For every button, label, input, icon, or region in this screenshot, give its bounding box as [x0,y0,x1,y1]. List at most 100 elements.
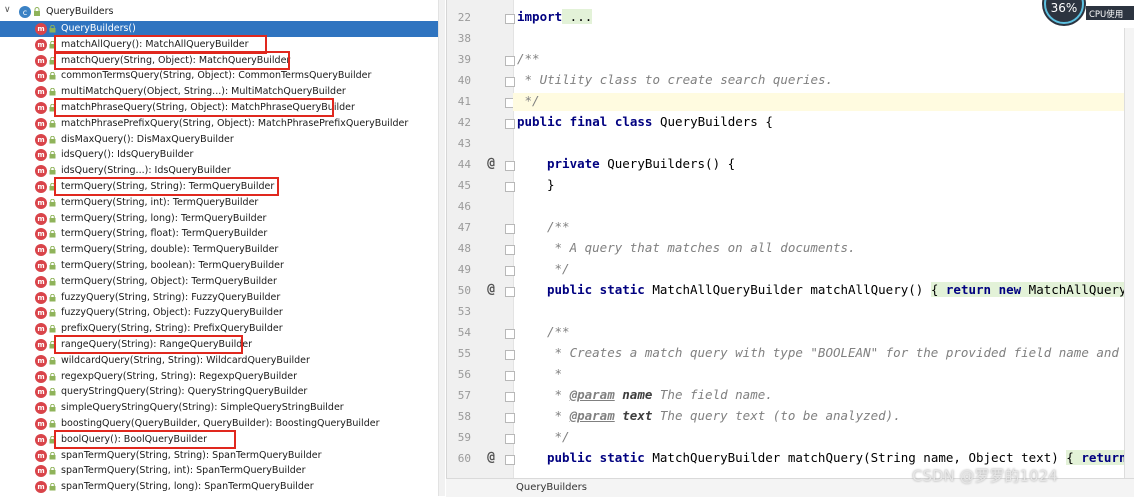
structure-method-item[interactable]: m termQuery(String, long): TermQueryBuild… [0,211,445,227]
structure-method-item[interactable]: m QueryBuilders() [0,21,445,37]
method-icon: m [35,386,47,399]
structure-method-item[interactable]: m queryStringQuery(String): QueryStringQu… [0,384,445,400]
method-icon: m [35,291,47,304]
fold-marker-icon[interactable] [505,14,515,24]
fold-marker-icon[interactable] [505,224,515,234]
structure-method-item[interactable]: m rangeQuery(String): RangeQueryBuilder [0,337,445,353]
structure-scrollbar[interactable] [438,0,445,496]
fold-marker-icon[interactable] [505,350,515,360]
structure-method-item[interactable]: m fuzzyQuery(String, Object): FuzzyQueryB… [0,305,445,321]
fold-marker-icon[interactable] [505,287,515,297]
code-line[interactable]: * @param text The query text (to be anal… [517,408,901,426]
structure-method-item[interactable]: m matchPhrasePrefixQuery(String, Object):… [0,116,445,132]
structure-method-item[interactable]: m termQuery(String, int): TermQueryBuilde… [0,195,445,211]
code-line[interactable]: * A query that matches on all documents. [517,240,856,258]
structure-method-item[interactable]: m prefixQuery(String, String): PrefixQuer… [0,321,445,337]
fold-marker-icon[interactable] [505,329,515,339]
structure-method-item[interactable]: m disMaxQuery(): DisMaxQueryBuilder [0,132,445,148]
line-number: 39 [457,53,471,66]
code-line[interactable]: /** [517,324,570,342]
fold-marker-icon[interactable] [505,371,515,381]
structure-method-item[interactable]: m matchPhraseQuery(String, Object): Match… [0,100,445,116]
structure-method-item[interactable]: m multiMatchQuery(Object, String...): Mul… [0,84,445,100]
line-number: 44 [457,158,471,171]
structure-method-item[interactable]: m wildcardQuery(String, String): Wildcard… [0,353,445,369]
code-line[interactable]: private QueryBuilders() { [517,156,735,174]
line-number: 60 [457,452,471,465]
code-token: public static [547,282,645,297]
fold-marker-icon[interactable] [505,266,515,276]
breadcrumb-item[interactable]: QueryBuilders [516,482,587,493]
structure-method-item[interactable]: m termQuery(String, float): TermQueryBuil… [0,226,445,242]
code-line[interactable]: } [517,177,555,195]
structure-method-item[interactable]: m boolQuery(): BoolQueryBuilder [0,432,445,448]
code-line[interactable]: public static MatchAllQueryBuilder match… [517,282,1134,300]
structure-method-item[interactable]: m termQuery(String, String): TermQueryBui… [0,179,445,195]
method-icon: m [35,481,47,494]
code-editor[interactable]: 22 import ... 38 39 /** 40 * Utility class to… [446,0,1134,496]
code-line[interactable]: */ [517,261,570,279]
fold-marker-icon[interactable] [505,182,515,192]
code-line[interactable]: */ [513,93,1134,111]
structure-method-item[interactable]: m fuzzyQuery(String, String): FuzzyQueryB… [0,290,445,306]
structure-method-item[interactable]: m commonTermsQuery(String, Object): Commo… [0,68,445,84]
code-line[interactable]: import ... [517,9,593,27]
structure-method-item[interactable]: m idsQuery(): IdsQueryBuilder [0,147,445,163]
method-label: termQuery(String, String): TermQueryBuil… [61,181,275,192]
lock-icon [49,56,56,65]
code-comment: /** [547,219,570,234]
structure-method-item[interactable]: m termQuery(String, Object): TermQueryBui… [0,274,445,290]
code-line[interactable]: * @param name The field name. [517,387,773,405]
override-gutter-icon[interactable]: @ [484,451,498,465]
fold-marker-icon[interactable] [505,119,515,129]
method-icon: m [35,244,47,257]
structure-method-item[interactable]: m matchQuery(String, Object): MatchQueryB… [0,53,445,69]
code-line[interactable]: */ [517,429,570,447]
lock-icon [49,309,56,317]
structure-method-item[interactable]: m regexpQuery(String, String): RegexpQuer… [0,369,445,385]
code-line[interactable]: /** [517,219,570,237]
editor-right-scrollbar[interactable] [1124,28,1134,478]
code-line[interactable]: /** [517,51,540,69]
lock-icon [49,88,56,96]
fold-marker-icon[interactable] [505,413,515,423]
code-line[interactable]: * Utility class to create search queries… [517,72,834,90]
fold-marker-icon[interactable] [505,455,515,465]
structure-method-item[interactable]: m termQuery(String, double): TermQueryBui… [0,242,445,258]
structure-method-item[interactable]: m termQuery(String, boolean): TermQueryBu… [0,258,445,274]
structure-root-row[interactable]: ∨ c QueryBuilders [0,4,445,20]
line-number: 54 [457,326,471,339]
method-icon: m [35,149,47,162]
method-icon: m [35,54,47,67]
method-icon: m [35,323,47,336]
structure-method-item[interactable]: m simpleQueryStringQuery(String): SimpleQ… [0,400,445,416]
method-label: termQuery(String, float): TermQueryBuild… [61,228,268,240]
fold-marker-icon[interactable] [505,77,515,87]
fold-marker-icon[interactable] [505,245,515,255]
code-line[interactable]: public final class QueryBuilders { [517,114,773,132]
code-comment: * [547,408,570,423]
structure-method-item[interactable]: m spanTermQuery(String, long): SpanTermQu… [0,479,445,495]
javadoc-param-name: name [622,387,653,402]
lock-icon [49,135,56,144]
structure-method-item[interactable]: m boostingQuery(QueryBuilder, QueryBuilde… [0,416,445,432]
structure-method-item[interactable]: m spanTermQuery(String, int): SpanTermQue… [0,463,445,479]
expand-arrow-icon[interactable]: ∨ [4,5,11,15]
structure-method-item[interactable]: m idsQuery(String...): IdsQueryBuilder [0,163,445,179]
code-line[interactable]: * [517,366,563,384]
structure-method-item[interactable]: m spanTermQuery(String, String): SpanTerm… [0,448,445,464]
method-icon: m [35,260,47,272]
structure-method-item[interactable]: m matchAllQuery(): MatchAllQueryBuilder [0,37,445,53]
code-token: } [547,177,555,192]
method-icon: m [35,370,47,383]
method-label: disMaxQuery(): DisMaxQueryBuilder [61,133,234,145]
override-gutter-icon[interactable]: @ [484,157,498,171]
fold-marker-icon[interactable] [505,56,515,66]
fold-marker-icon[interactable] [505,161,515,171]
fold-marker-icon[interactable] [505,392,515,402]
code-line[interactable]: * Creates a match query with type "BOOLE… [517,345,1134,363]
lock-icon [49,277,56,286]
override-gutter-icon[interactable]: @ [484,283,498,297]
method-label: multiMatchQuery(Object, String...): Mult… [61,86,346,98]
fold-marker-icon[interactable] [505,434,515,444]
